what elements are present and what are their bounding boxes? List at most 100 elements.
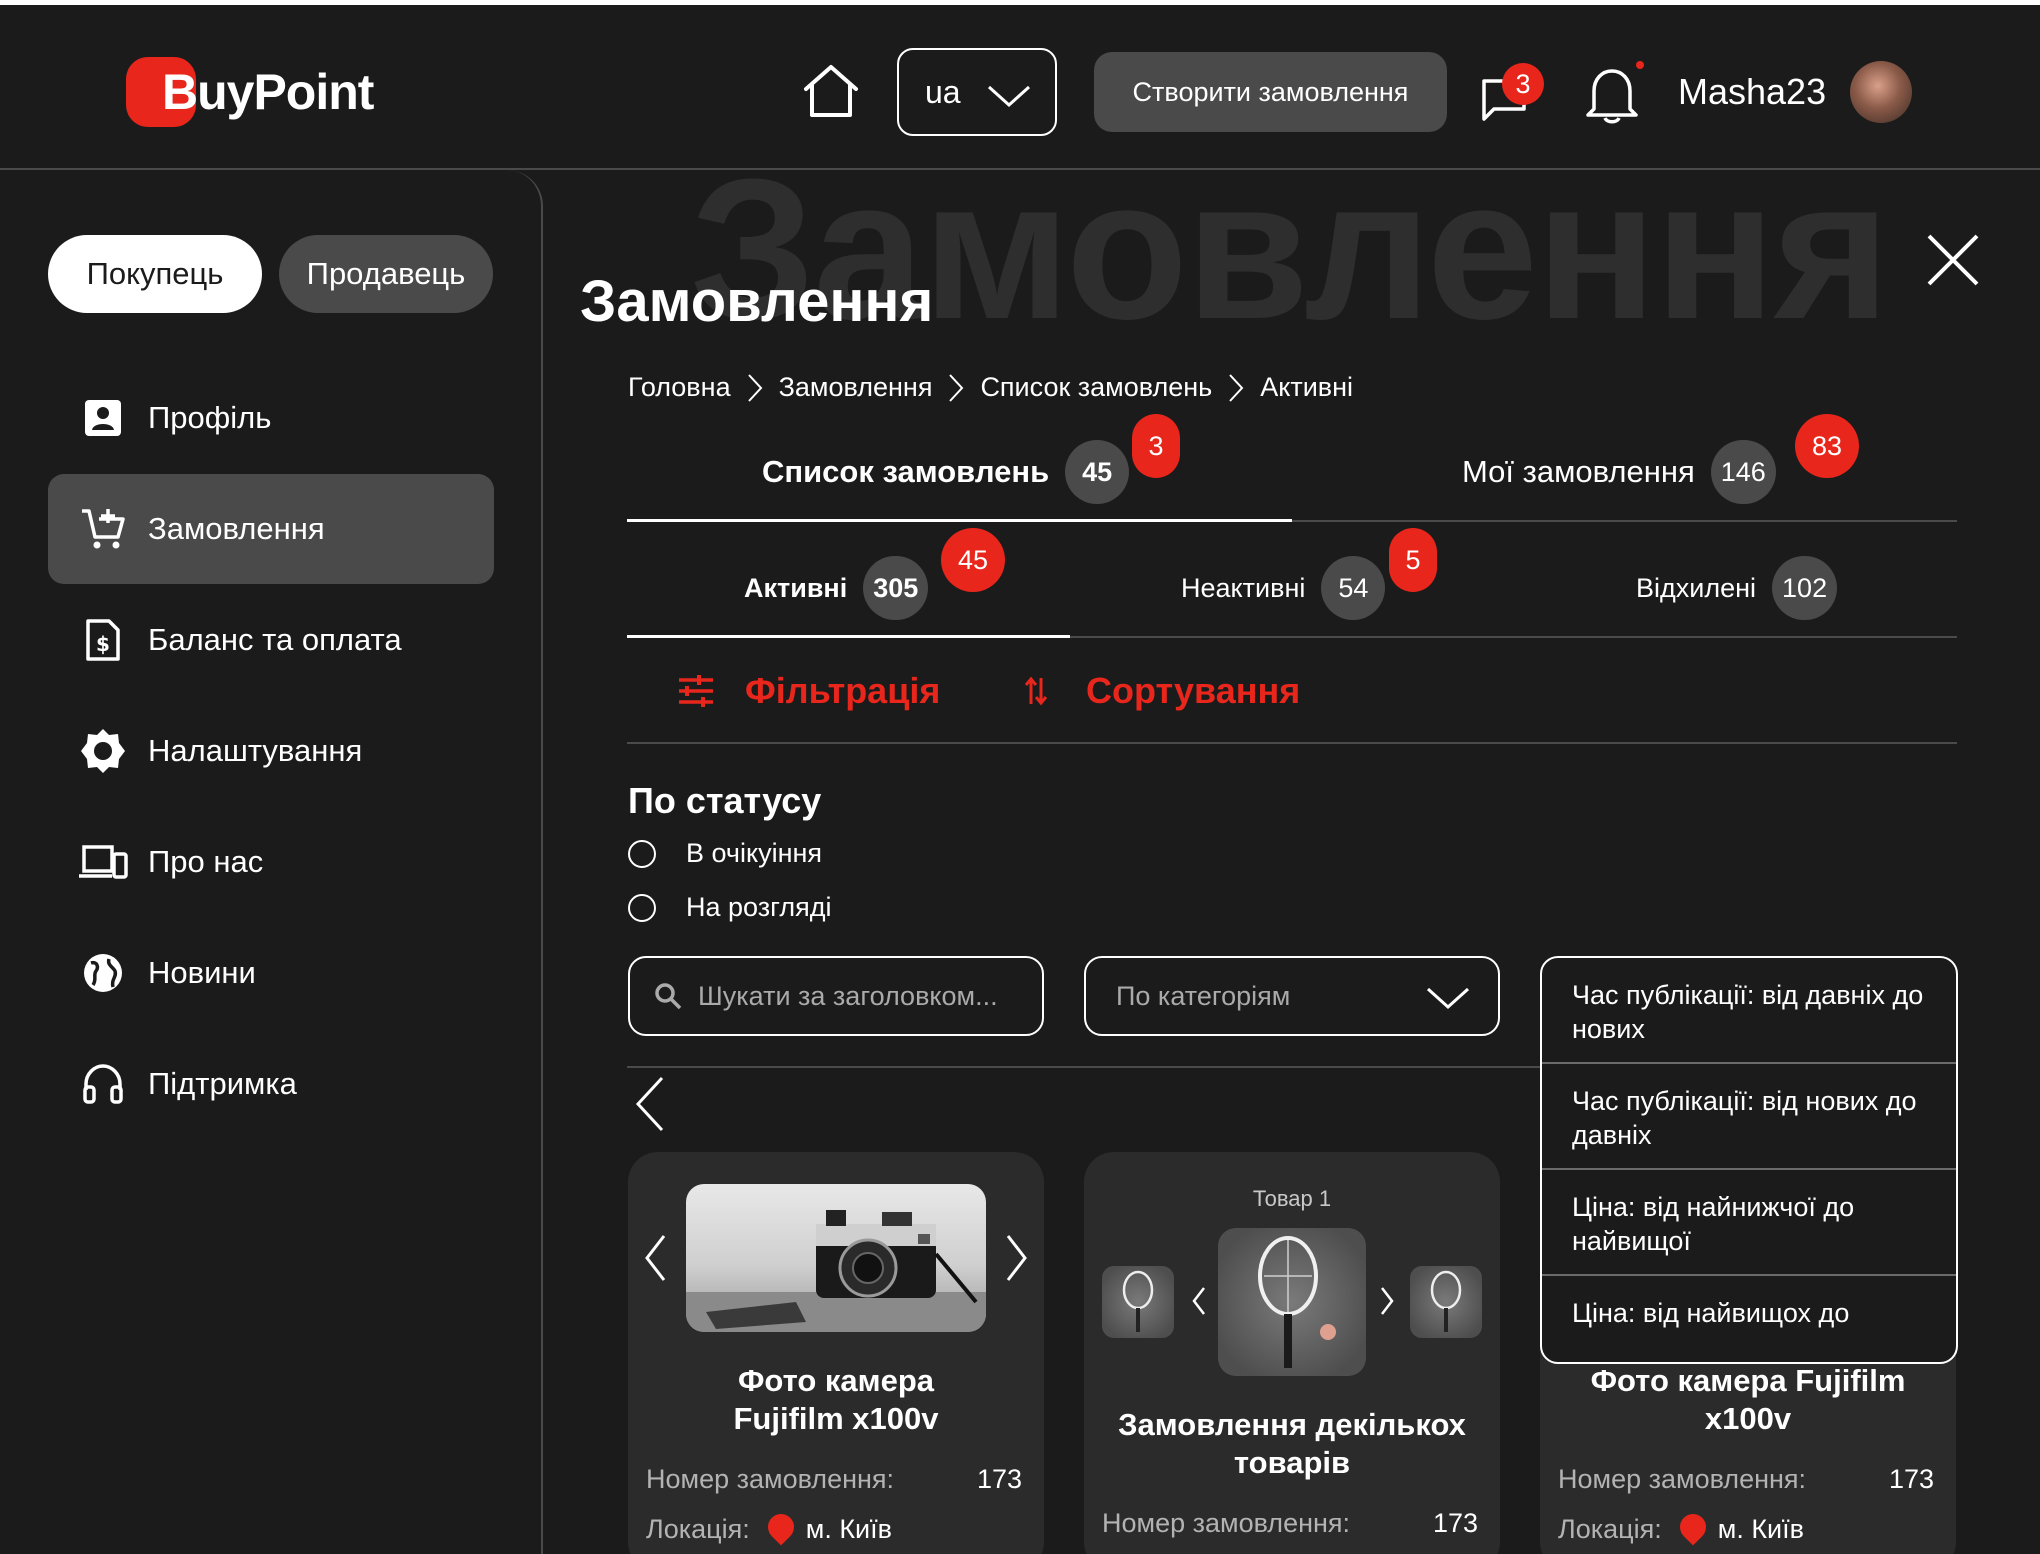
avatar[interactable]: [1850, 61, 1912, 123]
order-number-value: 173: [976, 1464, 1022, 1494]
sort-arrows-icon: [1024, 676, 1048, 706]
order-number-value: 173: [1432, 1508, 1478, 1538]
filter-button[interactable]: Фільтрація: [677, 670, 940, 712]
breadcrumb-item[interactable]: Головна: [628, 372, 731, 403]
create-order-button[interactable]: Створити замовлення: [1094, 52, 1447, 132]
sidebar-item-news[interactable]: Новини: [48, 918, 494, 1028]
sidebar-item-label: Баланс та оплата: [148, 622, 402, 657]
sidebar-item-orders[interactable]: Замовлення: [48, 474, 494, 584]
tab-active[interactable]: Активні 305: [744, 556, 929, 620]
language-select[interactable]: ua: [897, 48, 1057, 136]
card-order-row: Номер замовлення: 173: [646, 1464, 1022, 1495]
tab-badge: 5: [1389, 528, 1437, 592]
count-pill: 305: [863, 556, 929, 620]
chevron-left-icon[interactable]: [644, 1234, 666, 1282]
role-buyer-toggle[interactable]: Покупець: [48, 235, 262, 313]
camera-icon: [686, 1210, 986, 1332]
tab-badge: 83: [1795, 414, 1859, 478]
home-icon[interactable]: [800, 63, 862, 119]
tab-rejected[interactable]: Відхилені 102: [1636, 556, 1838, 620]
sidebar-item-label: Налаштування: [148, 733, 363, 768]
sidebar-item-label: Підтримка: [148, 1066, 297, 1101]
location-pin-icon: [1674, 1508, 1712, 1546]
sort-option-price-desc[interactable]: Ціна: від найвищох до: [1542, 1276, 1956, 1362]
order-number-value: 173: [1888, 1464, 1934, 1494]
card-title: Фото камера Fujifilm x100v: [733, 1363, 939, 1436]
count-pill: 45: [1065, 440, 1130, 504]
tab-label: Активні: [744, 572, 848, 603]
svg-text:$: $: [96, 632, 110, 656]
close-icon[interactable]: [1925, 232, 1981, 288]
sort-dropdown[interactable]: Час публікації: від давніх до нових Час …: [1540, 956, 1958, 1364]
card-location-row: Локація: м. Київ: [646, 1508, 1022, 1546]
search-placeholder: Шукати за заголовком...: [698, 980, 998, 1011]
search-input[interactable]: Шукати за заголовком...: [628, 956, 1044, 1036]
radio-label: В очікуіння: [686, 838, 823, 868]
breadcrumb: Головна Замовлення Список замовлень Акти…: [628, 372, 1353, 403]
chevron-left-icon[interactable]: [632, 1076, 668, 1132]
status-filter-title: По статусу: [628, 780, 822, 821]
sort-option-date-asc[interactable]: Час публікації: від давніх до нових: [1542, 958, 1956, 1064]
order-number-label: Номер замовлення:: [1102, 1508, 1351, 1538]
radio-pending[interactable]: В очікуіння: [628, 838, 822, 869]
sidebar-item-balance[interactable]: $ Баланс та оплата: [48, 585, 494, 695]
location-value: м. Київ: [805, 1514, 892, 1544]
messages-badge: 3: [1502, 63, 1544, 105]
radio-circle: [628, 839, 656, 868]
tab-label: Мої замовлення: [1462, 454, 1695, 489]
chevron-right-icon: [948, 373, 964, 403]
chevron-right-icon: [1228, 373, 1244, 403]
sidebar-item-label: Замовлення: [148, 511, 325, 546]
radio-in-review[interactable]: На розгляді: [628, 892, 832, 923]
product-thumb-right: [1410, 1266, 1482, 1338]
card-title: Фото камера Fujifilm x100v: [1590, 1363, 1906, 1436]
sidebar-item-settings[interactable]: Налаштування: [48, 696, 494, 806]
tab-order-list[interactable]: Список замовлень 45: [762, 440, 1130, 504]
order-card[interactable]: Фото камера Fujifilm x100v Номер замовле…: [628, 1152, 1044, 1554]
headset-icon: [78, 1059, 128, 1109]
breadcrumb-item: Активні: [1260, 372, 1354, 402]
tab-label: Список замовлень: [762, 454, 1050, 489]
card-title: Замовлення декількох товарів: [1118, 1407, 1466, 1480]
invoice-icon: $: [78, 615, 128, 665]
role-seller-toggle[interactable]: Продавець: [279, 235, 493, 313]
tab-badge: 45: [941, 528, 1005, 592]
radio-label: На розгляді: [686, 892, 832, 922]
category-placeholder: По категоріям: [1116, 980, 1291, 1011]
tab-label: Відхилені: [1636, 572, 1757, 603]
brand-name: BuyPoint: [162, 64, 374, 120]
chevron-left-icon[interactable]: [1192, 1286, 1206, 1316]
card-order-row: Номер замовлення: 173: [1558, 1464, 1934, 1495]
breadcrumb-item[interactable]: Замовлення: [779, 372, 933, 403]
chevron-right-icon[interactable]: [1380, 1286, 1394, 1316]
count-pill: 54: [1321, 556, 1386, 620]
radio-circle: [628, 893, 656, 922]
tab-inactive[interactable]: Неактивні 54: [1181, 556, 1386, 620]
chevron-right-icon[interactable]: [1006, 1234, 1028, 1282]
card-location-row: Локація: м. Київ: [1558, 1508, 1934, 1546]
order-card[interactable]: Товар 1 Замовлення декількох товарів Ном…: [1084, 1152, 1500, 1554]
location-label: Локація:: [646, 1514, 750, 1544]
username[interactable]: Masha23: [1678, 71, 1826, 113]
location-label: Локація:: [1558, 1514, 1662, 1544]
sort-label: Сортування: [1086, 670, 1301, 711]
sort-option-date-desc[interactable]: Час публікації: від нових до давніх: [1542, 1064, 1956, 1170]
chevron-down-icon: [1426, 987, 1470, 1010]
sidebar-item-support[interactable]: Підтримка: [48, 1029, 494, 1139]
page-title: Замовлення: [580, 269, 934, 334]
category-select[interactable]: По категоріям: [1084, 956, 1500, 1036]
sidebar-item-profile[interactable]: Профіль: [48, 363, 494, 473]
profile-icon: [78, 393, 128, 443]
breadcrumb-item[interactable]: Список замовлень: [980, 372, 1212, 403]
cart-icon: [78, 504, 128, 554]
tab-label: Неактивні: [1181, 572, 1306, 603]
tab-my-orders[interactable]: Мої замовлення 146: [1462, 440, 1776, 504]
sort-button[interactable]: Сортування: [1024, 670, 1300, 712]
sort-option-price-asc[interactable]: Ціна: від найнижчої до найвищої: [1542, 1170, 1956, 1276]
bell-icon[interactable]: [1584, 63, 1640, 125]
order-number-label: Номер замовлення:: [1558, 1464, 1807, 1494]
brand-logo[interactable]: BuyPoint: [126, 57, 374, 127]
tab-badge: 3: [1132, 414, 1180, 478]
order-number-label: Номер замовлення:: [646, 1464, 895, 1494]
sidebar-item-about[interactable]: Про нас: [48, 807, 494, 917]
